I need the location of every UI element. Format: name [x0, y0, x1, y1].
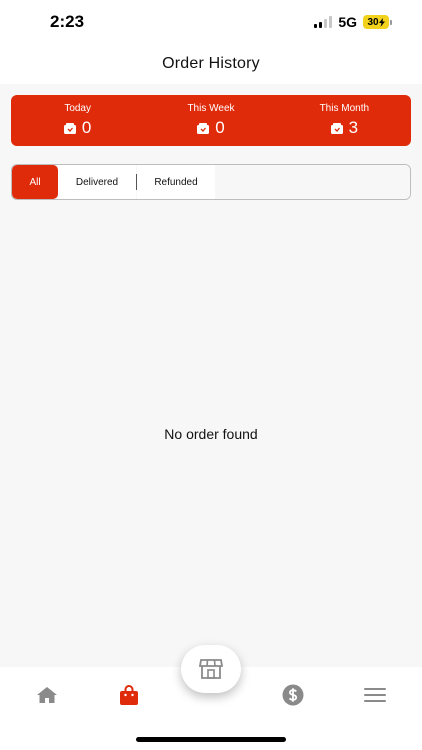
summary-label: Today [64, 103, 91, 114]
status-bar: 2:23 5G 30 [0, 0, 422, 44]
tab-refunded[interactable]: Refunded [137, 165, 215, 199]
cellular-signal-icon [314, 16, 333, 28]
summary-this-week: This Week 0 [144, 95, 277, 146]
summary-label: This Month [319, 103, 370, 114]
order-box-icon [330, 122, 343, 134]
network-type: 5G [338, 14, 357, 30]
order-summary-card: Today 0 This Week 0 This Month 3 [11, 95, 411, 146]
page-title: Order History [162, 55, 260, 72]
home-indicator[interactable] [136, 737, 286, 742]
battery-icon: 30 [363, 15, 392, 29]
tab-all[interactable]: All [12, 165, 58, 199]
summary-label: This Week [187, 103, 235, 114]
store-fab-button[interactable] [181, 645, 241, 693]
page-header: Order History [0, 44, 422, 84]
nav-earnings[interactable] [278, 683, 308, 707]
nav-home[interactable] [32, 683, 62, 707]
order-box-icon [197, 122, 210, 134]
battery-tip [390, 19, 392, 25]
order-box-icon [63, 122, 76, 134]
home-icon [37, 687, 57, 703]
empty-state-message: No order found [164, 426, 258, 442]
order-filter-tabs: All Delivered Refunded [11, 164, 411, 200]
shopping-bag-icon [120, 684, 138, 705]
dollar-icon [282, 684, 304, 706]
menu-icon [364, 688, 386, 702]
nav-orders[interactable] [114, 683, 144, 707]
summary-this-month: This Month 3 [278, 95, 411, 146]
summary-today: Today 0 [11, 95, 144, 146]
order-history-screen: 2:23 5G 30 Order History Today 0 This We… [0, 0, 422, 750]
battery-percent: 30 [367, 16, 379, 28]
status-time: 2:23 [50, 12, 85, 31]
store-icon [199, 659, 223, 679]
battery-level: 30 [363, 15, 389, 29]
nav-menu[interactable] [360, 683, 390, 707]
summary-value: 0 [215, 118, 225, 137]
status-indicators: 5G 30 [314, 14, 392, 30]
tab-delivered[interactable]: Delivered [58, 165, 136, 199]
charging-bolt-icon [378, 17, 385, 27]
summary-value: 0 [81, 118, 92, 137]
summary-value: 3 [348, 118, 359, 137]
